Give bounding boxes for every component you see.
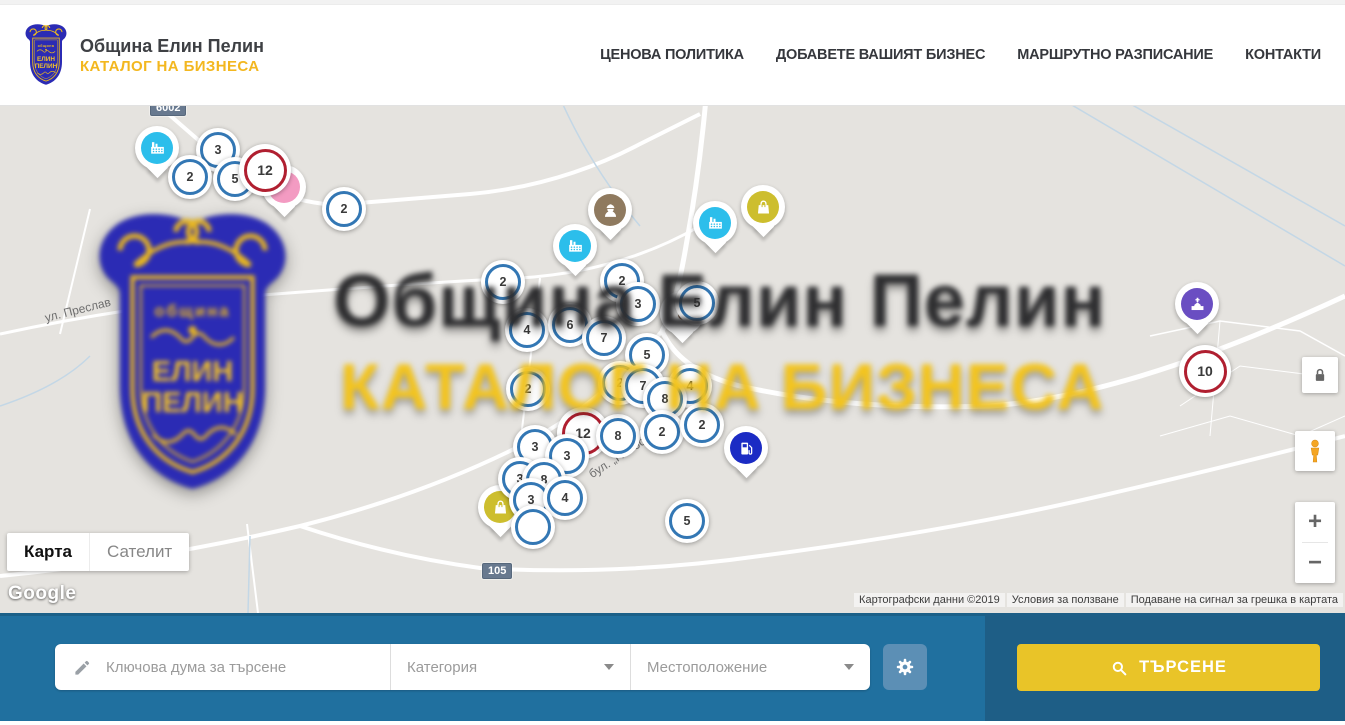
- chevron-down-icon: [604, 664, 614, 670]
- search-button[interactable]: ТЪРСЕНЕ: [1017, 644, 1320, 691]
- terms-link[interactable]: Условия за ползване: [1007, 593, 1124, 607]
- nav-item-add-business[interactable]: ДОБАВЕТЕ ВАШИЯТ БИЗНЕС: [776, 47, 985, 63]
- category-select[interactable]: Категория: [390, 644, 630, 690]
- map-cluster[interactable]: 2: [680, 403, 724, 447]
- road-badge: 6002: [150, 106, 186, 116]
- map-cluster[interactable]: 8: [596, 414, 640, 458]
- nav-item-route-schedule[interactable]: МАРШРУТНО РАЗПИСАНИЕ: [1017, 47, 1213, 63]
- keyword-cell: [55, 644, 390, 690]
- search-button-panel: ТЪРСЕНЕ: [985, 613, 1345, 721]
- attribution-copyright: Картографски данни ©2019: [854, 593, 1005, 607]
- map-pin-church[interactable]: [1175, 282, 1219, 326]
- nav-item-contacts[interactable]: КОНТАКТИ: [1245, 47, 1321, 63]
- search-bar: Категория Местоположение ТЪРСЕНЕ: [0, 613, 1345, 721]
- lock-button[interactable]: [1302, 357, 1338, 393]
- map-cluster[interactable]: [511, 505, 555, 549]
- map-type-map-button[interactable]: Карта: [7, 533, 89, 571]
- map-pin-bag[interactable]: [741, 185, 785, 229]
- advanced-settings-button[interactable]: [883, 644, 927, 690]
- map-cluster[interactable]: 7: [582, 316, 626, 360]
- map-attribution: Картографски данни ©2019 Условия за полз…: [854, 593, 1343, 607]
- keyword-search-input[interactable]: [104, 658, 378, 677]
- map-cluster[interactable]: 10: [1179, 345, 1231, 397]
- zoom-control: + −: [1295, 502, 1335, 583]
- site-title: Община Елин Пелин: [80, 35, 264, 58]
- site-subtitle: КАТАЛОГ НА БИЗНЕСА: [80, 58, 264, 75]
- map-cluster[interactable]: 2: [640, 410, 684, 454]
- site-header: Община Елин Пелин КАТАЛОГ НА БИЗНЕСА ЦЕН…: [0, 5, 1345, 106]
- search-group: Категория Местоположение: [55, 644, 870, 690]
- map-cluster[interactable]: 5: [675, 281, 719, 325]
- map-type-control: Карта Сателит: [7, 533, 189, 571]
- pegman-icon: [1303, 438, 1327, 464]
- municipality-crest-icon: [22, 23, 70, 87]
- search-button-label: ТЪРСЕНЕ: [1139, 658, 1227, 677]
- road-badge: 105: [482, 563, 512, 579]
- category-select-value: Категория: [407, 659, 477, 676]
- report-error-link[interactable]: Подаване на сигнал за грешка в картата: [1126, 593, 1343, 607]
- map-pin-worker[interactable]: [588, 188, 632, 232]
- map-cluster[interactable]: 2: [322, 187, 366, 231]
- street-label: ул. Преслав: [43, 295, 112, 325]
- location-select[interactable]: Местоположение: [630, 644, 870, 690]
- map-cluster[interactable]: 2: [506, 367, 550, 411]
- map-canvas[interactable]: ул. Преславбул. „Новоселци“6002105325122…: [0, 106, 1345, 613]
- pencil-icon: [73, 658, 92, 677]
- zoom-out-button[interactable]: −: [1295, 543, 1335, 583]
- map-cluster[interactable]: 2: [168, 155, 212, 199]
- main-nav: ЦЕНОВА ПОЛИТИКА ДОБАВЕТЕ ВАШИЯТ БИЗНЕС М…: [600, 47, 1321, 63]
- site-logo[interactable]: Община Елин Пелин КАТАЛОГ НА БИЗНЕСА: [22, 23, 264, 87]
- location-select-value: Местоположение: [647, 659, 767, 676]
- map-pin-factory[interactable]: [693, 201, 737, 245]
- search-icon: [1110, 659, 1128, 677]
- google-logo[interactable]: Google: [8, 583, 76, 605]
- chevron-down-icon: [844, 664, 854, 670]
- map-pin-fuel[interactable]: [724, 426, 768, 470]
- map-type-satellite-button[interactable]: Сателит: [89, 533, 189, 571]
- lock-icon: [1310, 365, 1330, 385]
- map-cluster[interactable]: 2: [481, 260, 525, 304]
- map-cluster[interactable]: 4: [505, 308, 549, 352]
- nav-item-pricing[interactable]: ЦЕНОВА ПОЛИТИКА: [600, 47, 744, 63]
- marker-layer: ул. Преславбул. „Новоселци“6002105325122…: [0, 106, 1345, 613]
- map-cluster[interactable]: 3: [616, 282, 660, 326]
- gear-icon: [894, 656, 916, 678]
- street-view-pegman[interactable]: [1295, 431, 1335, 471]
- map-pin-factory[interactable]: [553, 224, 597, 268]
- zoom-in-button[interactable]: +: [1295, 502, 1335, 542]
- map-cluster[interactable]: 12: [239, 144, 291, 196]
- map-cluster[interactable]: 5: [665, 499, 709, 543]
